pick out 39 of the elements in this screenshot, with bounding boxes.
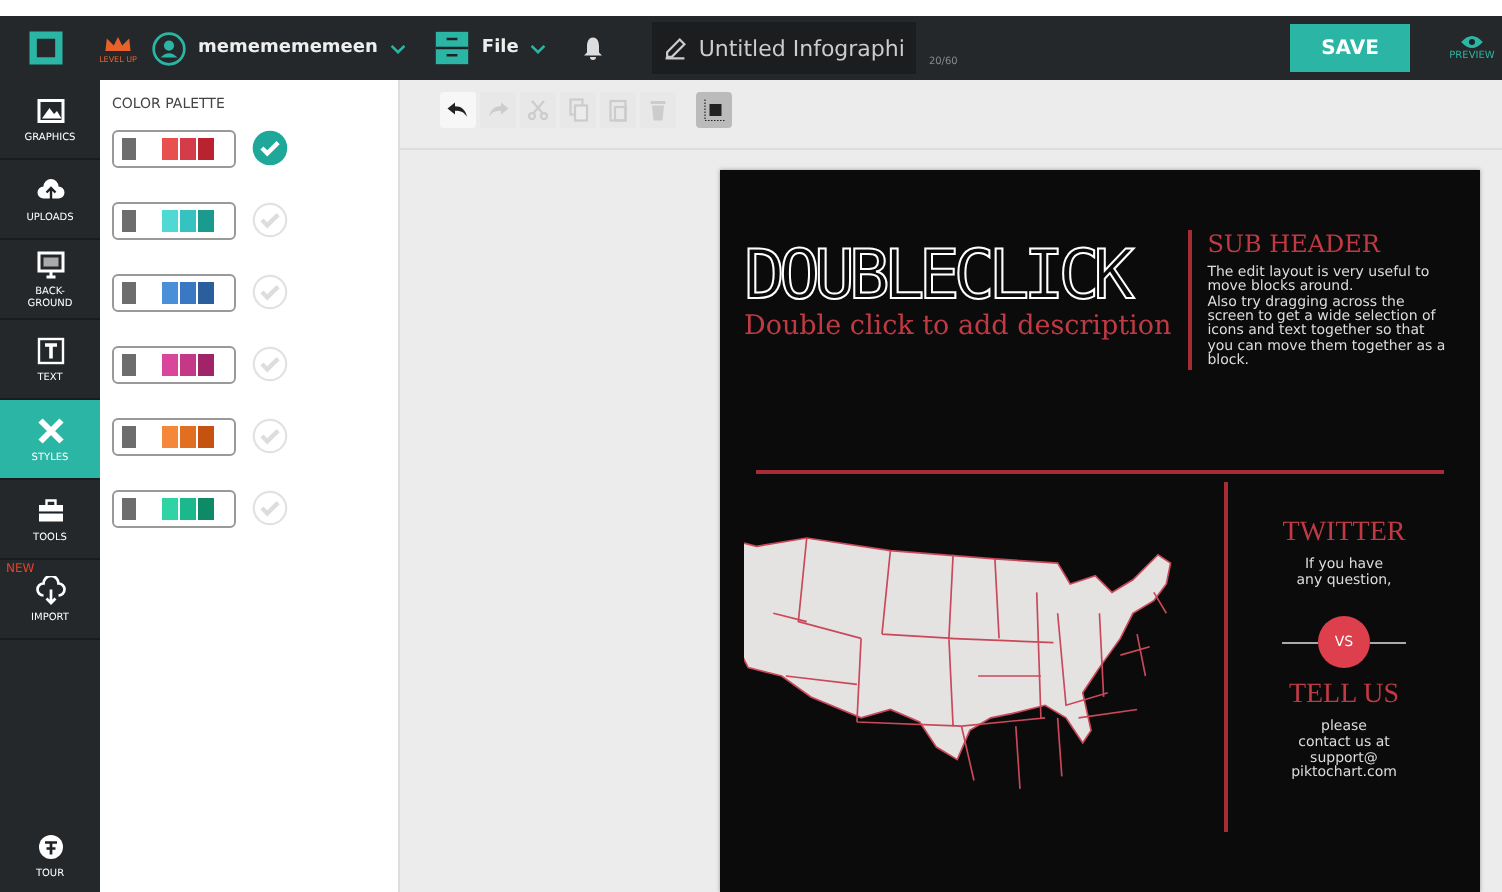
color-palette-option[interactable]: [112, 129, 236, 167]
eye-icon[interactable]: [1460, 34, 1484, 50]
uploads-icon[interactable]: [35, 175, 65, 205]
pencil-icon: [664, 37, 687, 59]
selected-check-icon[interactable]: [252, 130, 288, 166]
file-cabinet-icon[interactable]: [433, 30, 470, 66]
background-icon[interactable]: [35, 249, 65, 279]
check-icon[interactable]: [252, 418, 288, 454]
color-palette-option[interactable]: [112, 345, 236, 383]
username-menu[interactable]: mememememeen: [198, 38, 378, 58]
styles-icon[interactable]: [35, 415, 65, 445]
import-icon[interactable]: [35, 575, 65, 605]
graphics-icon[interactable]: [35, 95, 65, 125]
sub-header[interactable]: SUB HEADER: [1207, 230, 1448, 258]
tools-icon[interactable]: [35, 495, 65, 525]
check-icon[interactable]: [252, 274, 288, 310]
grid-icon[interactable]: [696, 92, 732, 128]
twitter-heading[interactable]: TWITTER: [1282, 518, 1406, 550]
infographic-title[interactable]: DOUBLECLICK: [744, 242, 1172, 310]
description-text[interactable]: Double click to add description: [744, 310, 1172, 342]
tour-icon[interactable]: [35, 832, 65, 862]
color-palette-option[interactable]: [112, 417, 236, 455]
caret-icon[interactable]: [389, 43, 406, 53]
bell-icon[interactable]: [582, 36, 605, 60]
crown-icon[interactable]: [104, 33, 132, 53]
check-icon[interactable]: [252, 202, 288, 238]
color-palette-option[interactable]: [112, 489, 236, 527]
logo-icon[interactable]: [24, 26, 68, 70]
document-title-field[interactable]: Untitled Infographi: [652, 22, 917, 74]
tell-us-heading[interactable]: TELL US: [1288, 680, 1400, 713]
file-menu[interactable]: File: [481, 38, 519, 58]
check-icon[interactable]: [252, 346, 288, 382]
text-icon[interactable]: [35, 335, 65, 365]
color-palette-option[interactable]: [112, 273, 236, 311]
undo-icon[interactable]: [440, 92, 476, 128]
caret-icon[interactable]: [530, 43, 547, 53]
color-palette-option[interactable]: [112, 201, 236, 239]
user-avatar-icon[interactable]: [152, 31, 186, 65]
check-icon[interactable]: [252, 490, 288, 526]
